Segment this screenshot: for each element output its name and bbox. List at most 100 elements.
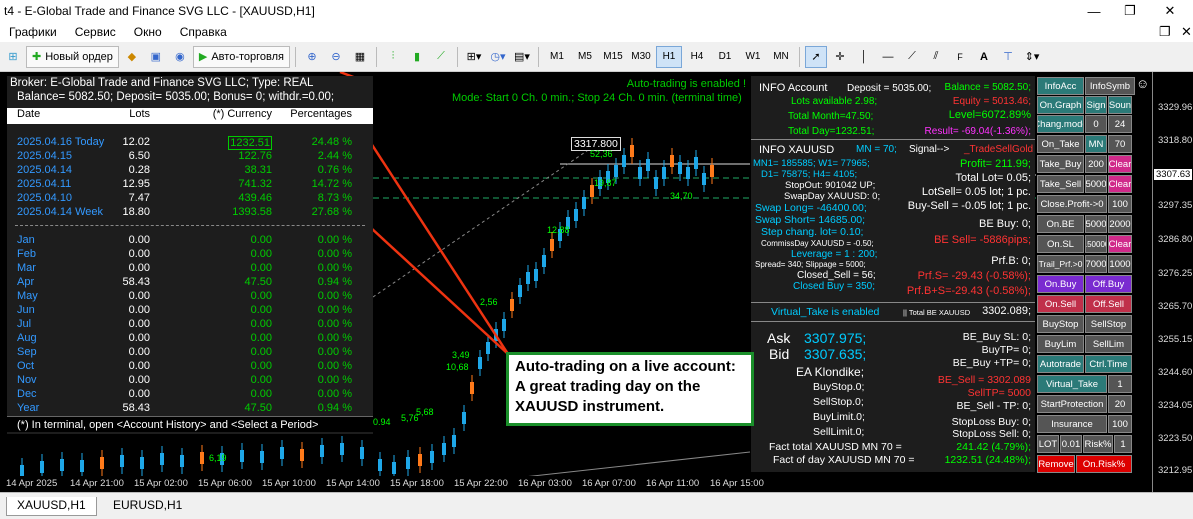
sl-value[interactable]: 150000 xyxy=(1085,235,1107,253)
restore-icon[interactable]: ❐ xyxy=(1110,0,1150,22)
tf-d1[interactable]: D1 xyxy=(712,46,738,68)
menu-service[interactable]: Сервис xyxy=(66,25,125,39)
autotrading-mode: Mode: Start 0 Ch. 0 min.; Stop 24 Ch. 0 … xyxy=(452,92,742,104)
close-profit-value[interactable]: 100 xyxy=(1108,195,1132,213)
tf-m1[interactable]: M1 xyxy=(544,46,570,68)
day-row: 2025.04.10 7.47 439.46 8.73 % xyxy=(7,192,373,206)
autotrade-button[interactable]: Autotrade xyxy=(1037,355,1084,373)
tab-xauusd[interactable]: XAUUSD,H1 xyxy=(6,497,97,516)
sound-button[interactable]: Soun xyxy=(1108,96,1132,114)
menu-charts[interactable]: Графики xyxy=(0,25,66,39)
trendline-icon[interactable]: ⟋ xyxy=(901,46,923,68)
terminal-icon[interactable]: ▣ xyxy=(145,46,167,68)
tf-m5[interactable]: M5 xyxy=(572,46,598,68)
tf-m30[interactable]: M30 xyxy=(628,46,654,68)
be-step-value[interactable]: 2000 xyxy=(1108,215,1132,233)
text-icon[interactable]: A xyxy=(973,46,995,68)
arrow-objects-icon[interactable]: ⇕▾ xyxy=(1021,46,1043,68)
off-sell-button[interactable]: Off.Sell xyxy=(1085,295,1132,313)
sellstop-button[interactable]: SellStop xyxy=(1085,315,1132,333)
insurance-button[interactable]: Insurance xyxy=(1037,415,1107,433)
horizontal-line-icon[interactable]: ― xyxy=(877,46,899,68)
zoom-out-icon[interactable]: ⊖ xyxy=(325,46,347,68)
new-chart-icon[interactable]: ⊞ xyxy=(2,46,24,68)
risk-value[interactable]: 1 xyxy=(1114,435,1132,453)
tf-m15[interactable]: M15 xyxy=(600,46,626,68)
infoacc-button[interactable]: InfoAcc xyxy=(1037,77,1084,95)
sign-button[interactable]: Sign xyxy=(1085,96,1107,114)
mode-start-value[interactable]: 0 xyxy=(1085,115,1107,133)
trail-step-value[interactable]: 1000 xyxy=(1108,255,1132,273)
remove-button[interactable]: Remove xyxy=(1037,455,1075,473)
clear-sl-button[interactable]: Clear xyxy=(1108,235,1132,253)
lots-available: Lots available 2.98; xyxy=(791,96,878,107)
buylimit-button[interactable]: BuyLim xyxy=(1037,335,1084,353)
clear-take-buy-button[interactable]: Clear xyxy=(1108,155,1132,173)
infosymb-button[interactable]: InfoSymb xyxy=(1085,77,1135,95)
on-graph-button[interactable]: On.Graph xyxy=(1037,96,1084,114)
indicators-icon[interactable]: ⊞▾ xyxy=(463,46,485,68)
virtual-take-value[interactable]: 1 xyxy=(1108,375,1132,393)
on-risk-button[interactable]: On.Risk% xyxy=(1076,455,1132,473)
periods-icon[interactable]: ◷▾ xyxy=(487,46,509,68)
take-buy-value[interactable]: 200 xyxy=(1085,155,1107,173)
on-buy-button[interactable]: On.Buy xyxy=(1037,275,1084,293)
vertical-line-icon[interactable]: │ xyxy=(853,46,875,68)
bar-chart-icon[interactable]: ⫶ xyxy=(382,46,404,68)
new-order-button[interactable]: ✚ Новый ордер xyxy=(26,45,119,68)
tf-h1[interactable]: H1 xyxy=(655,45,682,68)
month-lots: 0.00 xyxy=(128,234,150,246)
candle-chart-icon[interactable]: ▮ xyxy=(406,46,428,68)
tab-eurusd[interactable]: EURUSD,H1 xyxy=(103,497,192,516)
templates-icon[interactable]: ▤▾ xyxy=(511,46,533,68)
crosshair-icon[interactable]: ✛ xyxy=(829,46,851,68)
menu-help[interactable]: Справка xyxy=(171,25,236,39)
take-buy-button[interactable]: Take_Buy xyxy=(1037,155,1084,173)
channel-icon[interactable]: ⫽ xyxy=(925,46,947,68)
on-sl-button[interactable]: On.SL xyxy=(1037,235,1084,253)
time-tick: 14 Apr 21:00 xyxy=(70,478,124,489)
on-take-button[interactable]: On_Take xyxy=(1037,135,1084,153)
buystop-button[interactable]: BuyStop xyxy=(1037,315,1084,333)
start-protection-button[interactable]: StartProtection xyxy=(1037,395,1107,413)
menu-close-icon[interactable]: ✕ xyxy=(1172,24,1193,40)
take-sell-value[interactable]: 5000 xyxy=(1085,175,1107,193)
protection-value[interactable]: 20 xyxy=(1108,395,1132,413)
minimize-icon[interactable]: — xyxy=(1074,0,1114,22)
lot-button[interactable]: LOT xyxy=(1037,435,1059,453)
tf-w1[interactable]: W1 xyxy=(740,46,766,68)
clear-take-sell-button[interactable]: Clear xyxy=(1108,175,1132,193)
change-mode-button[interactable]: Chang.mode xyxy=(1037,115,1084,133)
fibo-icon[interactable]: F xyxy=(949,46,971,68)
tf-h4[interactable]: H4 xyxy=(684,46,710,68)
zoom-in-icon[interactable]: ⊕ xyxy=(301,46,323,68)
experts-icon[interactable]: ◆ xyxy=(121,46,143,68)
be-value[interactable]: 5000 xyxy=(1085,215,1107,233)
line-chart-icon[interactable]: ⟋ xyxy=(430,46,452,68)
label-icon[interactable]: ⊤ xyxy=(997,46,1019,68)
insurance-value[interactable]: 100 xyxy=(1108,415,1132,433)
mn-button[interactable]: MN xyxy=(1085,135,1107,153)
trail-profit-button[interactable]: Trail_Prf.>0 xyxy=(1037,255,1084,273)
tf-mn[interactable]: MN xyxy=(768,46,794,68)
menu-window[interactable]: Окно xyxy=(125,25,171,39)
trail-value[interactable]: 7000 xyxy=(1085,255,1107,273)
close-profit-button[interactable]: Close.Profit->0 xyxy=(1037,195,1107,213)
mode-stop-value[interactable]: 24 xyxy=(1108,115,1132,133)
mn-value-button[interactable]: 70 xyxy=(1108,135,1132,153)
ctrl-time-button[interactable]: Ctrl.Time xyxy=(1085,355,1132,373)
risk-button[interactable]: Risk% xyxy=(1083,435,1113,453)
signal-icon[interactable]: ◉ xyxy=(169,46,191,68)
virtual-take-button[interactable]: Virtual_Take xyxy=(1037,375,1107,393)
cursor-icon[interactable]: ➚ xyxy=(804,45,827,68)
take-sell-button[interactable]: Take_Sell xyxy=(1037,175,1084,193)
lot-value[interactable]: 0.01 xyxy=(1060,435,1082,453)
off-buy-button[interactable]: Off.Buy xyxy=(1085,275,1132,293)
candle-body xyxy=(518,285,522,297)
on-sell-button[interactable]: On.Sell xyxy=(1037,295,1084,313)
selllimit-button[interactable]: SellLim xyxy=(1085,335,1132,353)
tile-icon[interactable]: ▦ xyxy=(349,46,371,68)
autotrading-button[interactable]: ▶ Авто-торговля xyxy=(192,45,290,68)
close-icon[interactable]: ✕ xyxy=(1150,0,1190,22)
on-be-button[interactable]: On.BE xyxy=(1037,215,1084,233)
